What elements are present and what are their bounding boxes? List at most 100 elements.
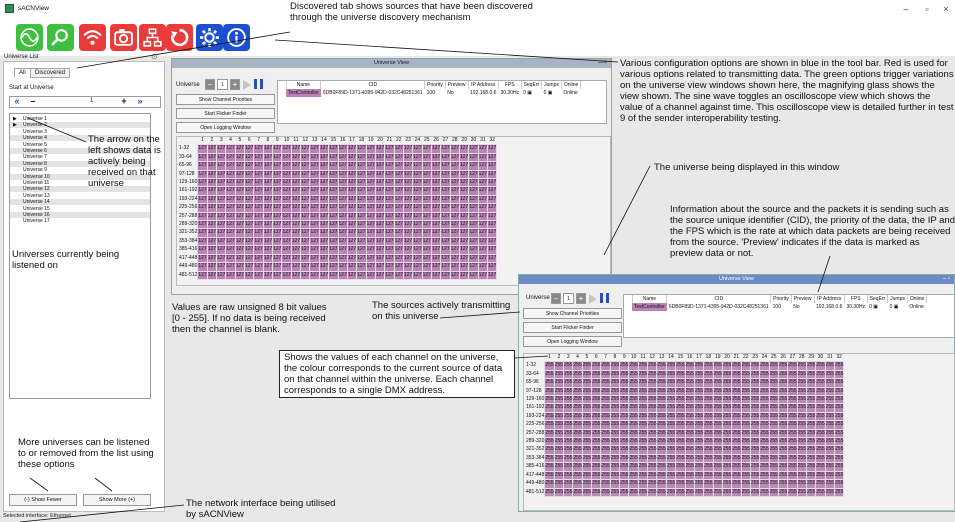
channel-cell[interactable]: 255 [647, 411, 658, 422]
channel-cell[interactable]: 255 [749, 479, 761, 489]
universe-list-item[interactable]: Universe 14 [10, 199, 150, 206]
channel-cell[interactable]: 255 [787, 395, 798, 405]
channel-cell[interactable]: 127 [197, 203, 208, 213]
channel-cell[interactable]: 127 [421, 253, 432, 264]
channel-cell[interactable]: 255 [647, 462, 658, 472]
channel-cell[interactable]: 127 [477, 144, 489, 154]
channel-cell[interactable]: 255 [833, 369, 845, 380]
channel-cell[interactable]: 255 [591, 369, 602, 380]
channel-cell[interactable]: 127 [197, 228, 208, 238]
channel-cell[interactable]: 255 [637, 378, 649, 388]
column-header[interactable]: Priority [424, 81, 446, 89]
channel-cell[interactable]: 255 [675, 378, 686, 388]
channel-cell[interactable]: 127 [253, 228, 264, 238]
channel-cell[interactable]: 127 [421, 186, 432, 196]
channel-cell[interactable]: 255 [609, 378, 621, 388]
channel-cell[interactable]: 255 [656, 453, 667, 464]
channel-cell[interactable]: 255 [665, 420, 677, 430]
channel-cell[interactable]: 255 [675, 479, 686, 489]
channel-cell[interactable]: 127 [374, 220, 386, 230]
channel-cell[interactable]: 255 [684, 487, 695, 497]
channel-cell[interactable]: 127 [197, 178, 208, 188]
channel-cell[interactable]: 127 [402, 245, 414, 255]
tab-discovered[interactable]: Discovered [30, 68, 71, 78]
channel-cell[interactable]: 127 [206, 262, 218, 272]
channel-cell[interactable]: 255 [759, 420, 770, 430]
channel-cell[interactable]: 127 [458, 203, 470, 213]
channel-cell[interactable]: 255 [563, 378, 574, 388]
channel-cell[interactable]: 127 [206, 228, 218, 238]
channel-cell[interactable]: 127 [468, 236, 479, 247]
channel-cell[interactable]: 255 [647, 378, 658, 388]
channel-cell[interactable]: 255 [777, 445, 789, 455]
channel-cell[interactable]: 127 [412, 228, 423, 238]
channel-cell[interactable]: 255 [619, 428, 630, 439]
channel-cell[interactable]: 127 [262, 211, 274, 222]
channel-cell[interactable]: 255 [805, 479, 817, 489]
channel-cell[interactable]: 255 [712, 453, 723, 464]
channel-cell[interactable]: 127 [206, 236, 218, 247]
channel-cell[interactable]: 127 [272, 178, 283, 188]
channel-cell[interactable]: 127 [346, 178, 358, 188]
channel-cell[interactable]: 127 [486, 169, 498, 180]
channel-cell[interactable]: 127 [374, 270, 386, 280]
channel-cell[interactable]: 127 [402, 161, 414, 171]
snapshot-button[interactable] [110, 24, 137, 51]
channel-cell[interactable]: 127 [477, 245, 489, 255]
channel-cell[interactable]: 255 [553, 369, 565, 380]
channel-cell[interactable]: 255 [787, 479, 798, 489]
show-channel-priorities-button[interactable]: Show Channel Priorities [176, 94, 275, 105]
channel-cell[interactable]: 127 [486, 220, 498, 230]
column-header[interactable]: IP Address [814, 295, 845, 303]
start-flicker-finder-button[interactable]: Start Flicker Finder [523, 322, 622, 333]
channel-cell[interactable]: 127 [309, 203, 320, 213]
channel-cell[interactable]: 127 [477, 152, 489, 163]
channel-cell[interactable]: 255 [731, 386, 742, 397]
channel-cell[interactable]: 255 [619, 479, 630, 489]
channel-cell[interactable]: 127 [365, 178, 376, 188]
channel-cell[interactable]: 255 [768, 487, 779, 497]
channel-cell[interactable]: 255 [591, 386, 602, 397]
channel-cell[interactable]: 127 [486, 245, 498, 255]
play-icon[interactable] [243, 80, 251, 90]
channel-cell[interactable]: 255 [591, 462, 602, 472]
channel-cell[interactable]: 255 [591, 378, 602, 388]
channel-cell[interactable]: 127 [253, 211, 264, 222]
channel-cell[interactable]: 127 [374, 203, 386, 213]
channel-cell[interactable]: 255 [833, 479, 845, 489]
channel-cell[interactable]: 255 [740, 411, 751, 422]
show-fewer-button[interactable]: (-) Show Fewer [9, 494, 77, 506]
channel-cell[interactable]: 255 [628, 453, 639, 464]
channel-cell[interactable]: 255 [591, 470, 602, 481]
channel-cell[interactable]: 255 [712, 420, 723, 430]
channel-cell[interactable]: 127 [384, 262, 395, 272]
channel-cell[interactable]: 255 [805, 453, 817, 464]
channel-cell[interactable]: 255 [563, 470, 574, 481]
channel-cell[interactable]: 127 [412, 186, 423, 196]
channel-cell[interactable]: 255 [563, 479, 574, 489]
channel-cell[interactable]: 127 [262, 245, 274, 255]
channel-cell[interactable]: 255 [731, 428, 742, 439]
page-back-button[interactable]: « [10, 96, 24, 108]
channel-cell[interactable]: 255 [787, 445, 798, 455]
channel-cell[interactable]: 127 [290, 194, 302, 205]
channel-cell[interactable]: 255 [815, 487, 826, 497]
channel-cell[interactable]: 255 [581, 420, 593, 430]
channel-cell[interactable]: 127 [309, 220, 320, 230]
channel-cell[interactable]: 127 [421, 144, 432, 154]
channel-cell[interactable]: 127 [197, 169, 208, 180]
channel-cell[interactable]: 255 [768, 445, 779, 455]
channel-cell[interactable]: 255 [693, 369, 705, 380]
channel-cell[interactable]: 127 [440, 245, 451, 255]
channel-cell[interactable]: 255 [824, 462, 836, 472]
channel-cell[interactable]: 127 [318, 270, 330, 280]
channel-cell[interactable]: 255 [684, 462, 695, 472]
column-header[interactable]: Name [286, 81, 322, 89]
channel-cell[interactable]: 255 [777, 462, 789, 472]
universe-spinbox[interactable]: 1 [217, 79, 228, 90]
channel-cell[interactable]: 255 [647, 395, 658, 405]
channel-cell[interactable]: 255 [815, 470, 826, 481]
channel-cell[interactable]: 127 [290, 262, 302, 272]
channel-cell[interactable]: 127 [253, 161, 264, 171]
channel-cell[interactable]: 255 [544, 437, 555, 447]
